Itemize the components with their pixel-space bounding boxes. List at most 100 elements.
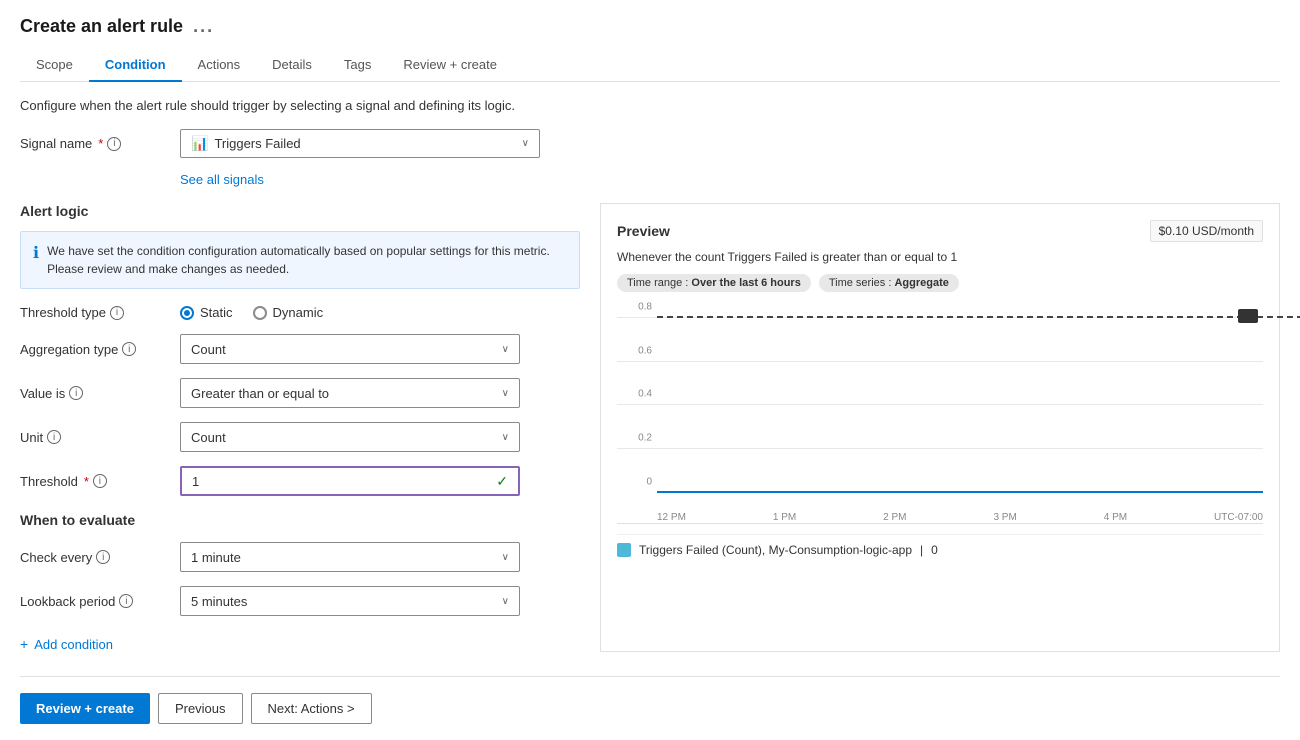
lookback-period-chevron-icon: ∨ — [502, 596, 509, 607]
signal-info-icon[interactable]: i — [107, 137, 121, 151]
x-label-1pm: 1 PM — [773, 512, 796, 523]
y-label-04: 0.4 — [617, 389, 652, 400]
signal-dropdown[interactable]: 📊 Triggers Failed ∨ — [180, 129, 540, 158]
threshold-value: 1 — [192, 474, 199, 489]
radio-static-label: Static — [200, 305, 233, 320]
threshold-row: Threshold * i 1 ✓ — [20, 466, 580, 496]
y-label-0: 0 — [617, 477, 652, 488]
add-condition-button[interactable]: + Add condition — [20, 636, 580, 652]
value-is-label: Value is — [20, 386, 65, 401]
required-star: * — [98, 136, 103, 151]
h-line-06 — [617, 361, 1263, 362]
lookback-period-row: Lookback period i 5 minutes ∨ — [20, 586, 580, 616]
check-every-chevron-icon: ∨ — [502, 552, 509, 563]
page-description: Configure when the alert rule should tri… — [20, 98, 1280, 113]
value-is-value: Greater than or equal to — [191, 386, 329, 401]
preview-title: Preview — [617, 223, 670, 239]
x-label-4pm: 4 PM — [1104, 512, 1127, 523]
x-label-3pm: 3 PM — [993, 512, 1016, 523]
lookback-period-info-icon[interactable]: i — [119, 594, 133, 608]
timezone-label: UTC-07:00 — [1214, 512, 1263, 523]
signal-name-row: Signal name * i 📊 Triggers Failed ∨ — [20, 129, 1280, 158]
threshold-dashed-line — [657, 316, 1300, 318]
info-text: We have set the condition configuration … — [47, 242, 567, 278]
radio-dynamic-label: Dynamic — [273, 305, 324, 320]
threshold-type-label: Threshold type — [20, 305, 106, 320]
signal-chart-icon: 📊 — [191, 135, 208, 152]
radio-dynamic-dot — [253, 306, 267, 320]
unit-chevron-icon: ∨ — [502, 432, 509, 443]
previous-button[interactable]: Previous — [158, 693, 243, 724]
check-every-info-icon[interactable]: i — [96, 550, 110, 564]
add-condition-label: Add condition — [34, 637, 113, 652]
signal-value: Triggers Failed — [214, 136, 300, 151]
tag-row: Time range : Over the last 6 hours Time … — [617, 274, 1263, 292]
see-all-signals-link[interactable]: See all signals — [180, 172, 1280, 187]
chart-area: 0.8 0.6 0.4 0.2 0 12 PM 1 PM — [617, 304, 1263, 524]
legend-color-swatch — [617, 543, 631, 557]
nav-tabs: Scope Condition Actions Details Tags Rev… — [20, 49, 1280, 82]
chart-zero-line — [657, 491, 1263, 493]
signal-name-label: Signal name — [20, 136, 92, 151]
threshold-type-row: Threshold type i Static Dynamic — [20, 305, 580, 320]
value-is-chevron-icon: ∨ — [502, 388, 509, 399]
time-series-tag: Time series : Aggregate — [819, 274, 959, 292]
threshold-label: Threshold — [20, 474, 78, 489]
tab-condition[interactable]: Condition — [89, 49, 182, 82]
legend-value: 0 — [931, 543, 938, 557]
bottom-bar: Review + create Previous Next: Actions > — [20, 676, 1280, 724]
legend-label: Triggers Failed (Count), My-Consumption-… — [639, 543, 912, 557]
lookback-period-dropdown[interactable]: 5 minutes ∨ — [180, 586, 520, 616]
unit-info-icon[interactable]: i — [47, 430, 61, 444]
tab-review-create[interactable]: Review + create — [387, 49, 513, 82]
review-create-button[interactable]: Review + create — [20, 693, 150, 724]
aggregation-type-value: Count — [191, 342, 226, 357]
unit-row: Unit i Count ∨ — [20, 422, 580, 452]
alert-logic-info-box: ℹ We have set the condition configuratio… — [20, 231, 580, 289]
unit-value: Count — [191, 430, 226, 445]
value-is-info-icon[interactable]: i — [69, 386, 83, 400]
aggregation-type-dropdown[interactable]: Count ∨ — [180, 334, 520, 364]
h-line-04 — [617, 404, 1263, 405]
price-badge: $0.10 USD/month — [1150, 220, 1263, 242]
legend-row: Triggers Failed (Count), My-Consumption-… — [617, 534, 1263, 557]
radio-dynamic[interactable]: Dynamic — [253, 305, 324, 320]
radio-static[interactable]: Static — [180, 305, 233, 320]
lookback-period-label: Lookback period — [20, 594, 115, 609]
aggregation-type-info-icon[interactable]: i — [122, 342, 136, 356]
next-button[interactable]: Next: Actions > — [251, 693, 372, 724]
check-every-label: Check every — [20, 550, 92, 565]
threshold-indicator — [1238, 309, 1258, 323]
preview-description: Whenever the count Triggers Failed is gr… — [617, 250, 1263, 264]
time-range-tag: Time range : Over the last 6 hours — [617, 274, 811, 292]
value-is-row: Value is i Greater than or equal to ∨ — [20, 378, 580, 408]
check-every-dropdown[interactable]: 1 minute ∨ — [180, 542, 520, 572]
threshold-check-icon: ✓ — [496, 473, 508, 490]
threshold-required-star: * — [84, 474, 89, 489]
h-line-02 — [617, 448, 1263, 449]
tab-details[interactable]: Details — [256, 49, 328, 82]
threshold-input[interactable]: 1 ✓ — [180, 466, 520, 496]
threshold-type-radio-group: Static Dynamic — [180, 305, 323, 320]
aggregation-type-row: Aggregation type i Count ∨ — [20, 334, 580, 364]
threshold-type-info-icon[interactable]: i — [110, 306, 124, 320]
unit-dropdown[interactable]: Count ∨ — [180, 422, 520, 452]
y-label-06: 0.6 — [617, 345, 652, 356]
tab-scope[interactable]: Scope — [20, 49, 89, 82]
page-title-dots: ... — [193, 16, 214, 37]
threshold-info-icon[interactable]: i — [93, 474, 107, 488]
tab-actions[interactable]: Actions — [182, 49, 257, 82]
aggregation-type-label: Aggregation type — [20, 342, 118, 357]
check-every-row: Check every i 1 minute ∨ — [20, 542, 580, 572]
preview-panel: Preview $0.10 USD/month Whenever the cou… — [600, 203, 1280, 652]
tab-tags[interactable]: Tags — [328, 49, 387, 82]
info-icon: ℹ — [33, 243, 39, 278]
check-every-value: 1 minute — [191, 550, 241, 565]
x-label-12pm: 12 PM — [657, 512, 686, 523]
when-evaluate-title: When to evaluate — [20, 512, 580, 528]
value-is-dropdown[interactable]: Greater than or equal to ∨ — [180, 378, 520, 408]
y-label-08: 0.8 — [617, 301, 652, 312]
radio-static-dot — [180, 306, 194, 320]
lookback-period-value: 5 minutes — [191, 594, 247, 609]
signal-chevron-icon: ∨ — [522, 138, 529, 149]
